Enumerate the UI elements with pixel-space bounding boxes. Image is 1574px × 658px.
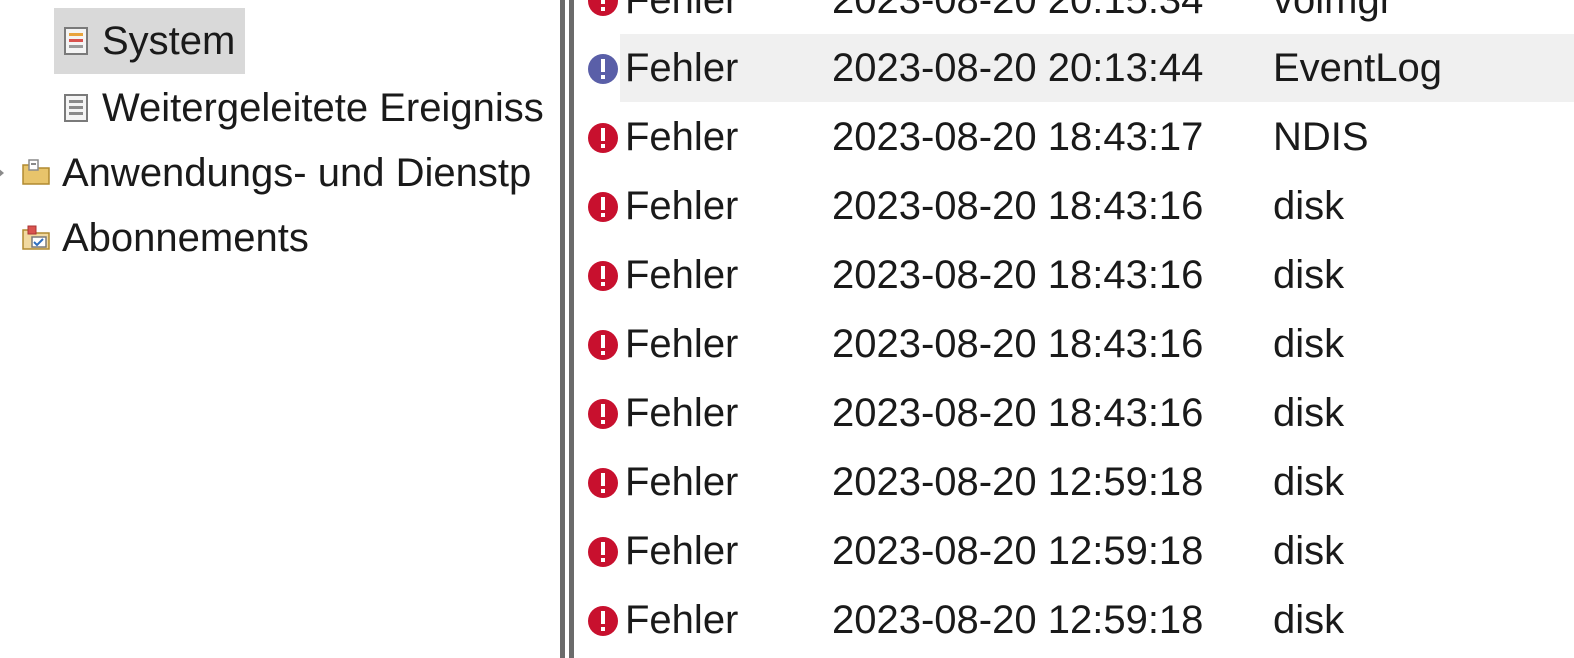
event-level: Fehler <box>625 0 739 22</box>
event-date: 2023-08-20 18:43:16 <box>832 391 1204 435</box>
event-source: volmgr <box>1273 0 1394 22</box>
navigation-tree: System Weitergeleitete Ereigniss Anwendu… <box>0 0 560 658</box>
error-icon <box>588 537 618 567</box>
tree-item-label: Abonnements <box>62 216 309 260</box>
event-source: disk <box>1273 184 1345 228</box>
error-icon <box>588 123 618 153</box>
event-source: disk <box>1273 460 1345 504</box>
event-level: Fehler <box>625 46 739 90</box>
tree-item-forwarded-events[interactable]: Weitergeleitete Ereigniss <box>60 75 544 141</box>
tree-item-system[interactable]: System <box>54 8 246 74</box>
event-source: disk <box>1273 391 1345 435</box>
tree-item-subscriptions[interactable]: Abonnements <box>20 205 309 271</box>
event-source: disk <box>1273 322 1345 366</box>
event-source: disk <box>1273 598 1345 642</box>
event-row[interactable]: Fehler 2023-08-20 20:13:44 EventLog <box>578 34 1574 102</box>
expand-arrow-icon[interactable] <box>0 168 4 178</box>
error-icon <box>588 192 618 222</box>
event-level: Fehler <box>625 460 739 504</box>
splitter-line <box>560 0 565 658</box>
error-icon <box>588 330 618 360</box>
event-level: Fehler <box>625 391 739 435</box>
event-list: Fehler 2023-08-20 20:15:34 volmgr Fehler… <box>578 0 1574 658</box>
event-date: 2023-08-20 20:13:44 <box>832 46 1204 90</box>
event-date: 2023-08-20 18:43:16 <box>832 322 1204 366</box>
event-date: 2023-08-20 12:59:18 <box>832 529 1204 573</box>
event-source: EventLog <box>1273 46 1443 90</box>
tree-item-label: Weitergeleitete Ereigniss <box>102 86 544 130</box>
event-level: Fehler <box>625 253 739 297</box>
event-level: Fehler <box>625 184 739 228</box>
event-row[interactable]: Fehler 2023-08-20 18:43:16 disk <box>578 379 1574 447</box>
event-viewer: System Weitergeleitete Ereigniss Anwendu… <box>0 0 1574 658</box>
event-date: 2023-08-20 12:59:18 <box>832 598 1204 642</box>
event-source: NDIS <box>1273 115 1369 159</box>
event-row[interactable]: Fehler 2023-08-20 12:59:18 disk <box>578 448 1574 516</box>
error-icon <box>588 468 618 498</box>
event-row[interactable]: Fehler 2023-08-20 20:15:34 volmgr <box>578 0 1574 34</box>
event-row[interactable]: Fehler 2023-08-20 18:43:17 NDIS <box>578 103 1574 171</box>
event-date: 2023-08-20 18:43:16 <box>832 253 1204 297</box>
splitter-line <box>569 0 574 658</box>
folder-icon <box>22 159 50 185</box>
event-level: Fehler <box>625 115 739 159</box>
event-level: Fehler <box>625 529 739 573</box>
event-source: disk <box>1273 253 1345 297</box>
event-level: Fehler <box>625 598 739 642</box>
log-icon <box>64 27 88 55</box>
error-icon <box>588 54 618 84</box>
event-row[interactable]: Fehler 2023-08-20 18:43:16 disk <box>578 241 1574 309</box>
error-icon <box>588 399 618 429</box>
event-row[interactable]: Fehler 2023-08-20 18:43:16 disk <box>578 172 1574 240</box>
subscriptions-icon <box>22 225 50 250</box>
event-date: 2023-08-20 18:43:16 <box>832 184 1204 228</box>
event-level: Fehler <box>625 322 739 366</box>
event-source: disk <box>1273 529 1345 573</box>
event-date: 2023-08-20 12:59:18 <box>832 460 1204 504</box>
tree-item-label: System <box>102 19 236 63</box>
event-row[interactable]: Fehler 2023-08-20 12:59:18 disk <box>578 517 1574 585</box>
error-icon <box>588 606 618 636</box>
event-date: 2023-08-20 18:43:17 <box>832 115 1204 159</box>
log-icon <box>64 94 88 122</box>
event-row[interactable]: Fehler 2023-08-20 18:43:16 disk <box>578 310 1574 378</box>
pane-splitter[interactable] <box>560 0 578 658</box>
tree-item-label: Anwendungs- und Dienstp <box>62 151 532 195</box>
event-row[interactable]: Fehler 2023-08-20 12:59:18 disk <box>578 586 1574 654</box>
error-icon <box>588 261 618 291</box>
tree-item-application-logs[interactable]: Anwendungs- und Dienstp <box>20 140 531 206</box>
error-icon <box>588 0 618 16</box>
event-date: 2023-08-20 20:15:34 <box>832 0 1204 22</box>
